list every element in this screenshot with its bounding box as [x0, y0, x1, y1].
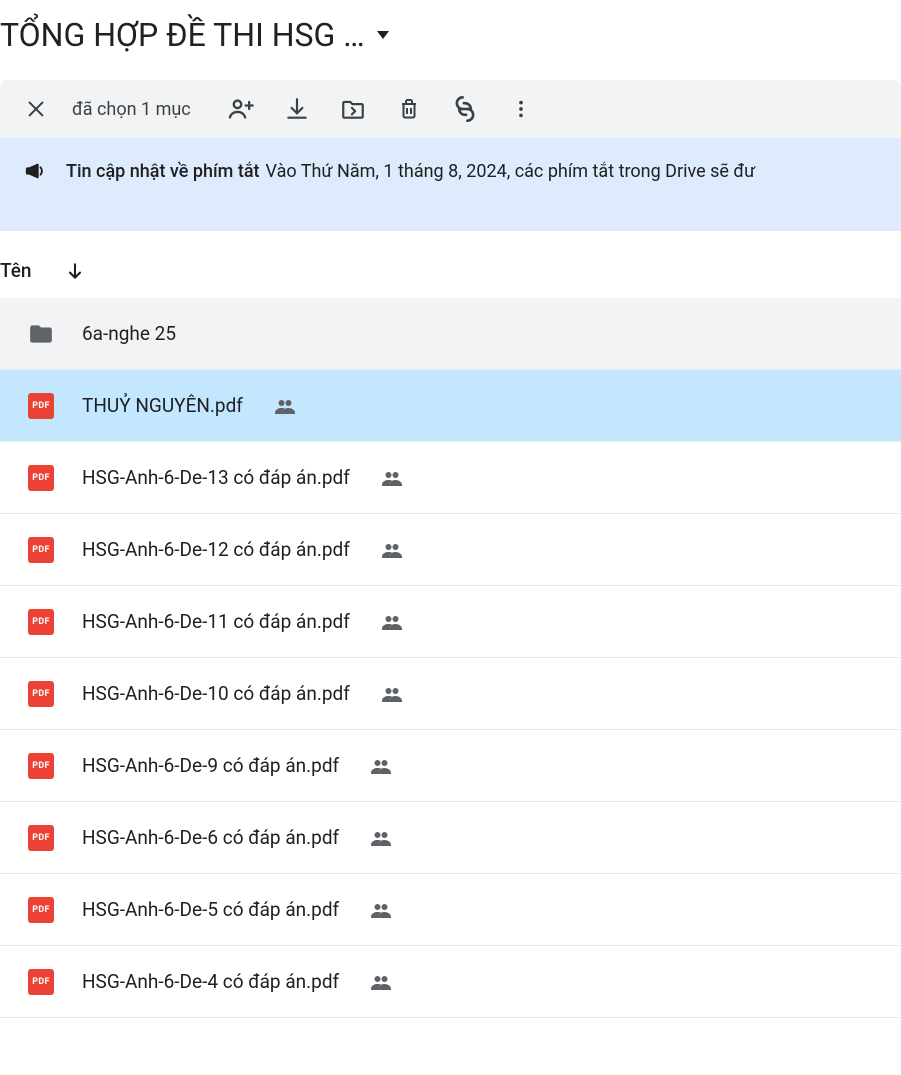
shared-icon	[369, 898, 393, 922]
download-button[interactable]	[273, 85, 321, 133]
pdf-icon: PDF	[28, 969, 54, 995]
pdf-icon: PDF	[28, 753, 54, 779]
pdf-icon: PDF	[28, 825, 54, 851]
file-row[interactable]: PDF HSG-Anh-6-De-13 có đáp án.pdf	[0, 442, 901, 514]
shared-icon	[369, 970, 393, 994]
link-icon	[451, 95, 479, 123]
banner-body: Vào Thứ Năm, 1 tháng 8, 2024, các phím t…	[266, 161, 756, 182]
person-add-icon	[227, 95, 255, 123]
pdf-icon: PDF	[28, 537, 54, 563]
file-row[interactable]: PDF HSG-Anh-6-De-10 có đáp án.pdf	[0, 658, 901, 730]
sort-direction-button[interactable]	[65, 261, 85, 281]
file-name-label: 6a-nghe 25	[82, 322, 176, 345]
shared-icon	[380, 682, 404, 706]
pdf-icon: PDF	[28, 393, 54, 419]
folder-icon	[28, 321, 54, 347]
file-name-label: HSG-Anh-6-De-11 có đáp án.pdf	[82, 610, 350, 633]
pdf-icon: PDF	[28, 681, 54, 707]
pdf-icon: PDF	[28, 897, 54, 923]
close-icon	[25, 98, 47, 120]
shared-icon	[369, 754, 393, 778]
more-actions-button[interactable]	[497, 85, 545, 133]
move-button[interactable]	[329, 85, 377, 133]
shared-icon	[380, 538, 404, 562]
folder-title: TỔNG HỢP ĐỀ THI HSG …	[0, 16, 365, 54]
file-name-label: THUỶ NGUYÊN.pdf	[82, 394, 243, 417]
shared-icon	[380, 610, 404, 634]
file-name-label: HSG-Anh-6-De-6 có đáp án.pdf	[82, 826, 339, 849]
arrow-down-icon	[65, 261, 85, 281]
shared-icon	[369, 826, 393, 850]
delete-button[interactable]	[385, 85, 433, 133]
file-name-label: HSG-Anh-6-De-10 có đáp án.pdf	[82, 682, 350, 705]
column-name-header[interactable]: Tên	[0, 259, 31, 282]
selection-count-label: đã chọn 1 mục	[72, 99, 191, 120]
pdf-icon: PDF	[28, 465, 54, 491]
get-link-button[interactable]	[441, 85, 489, 133]
file-row[interactable]: PDF HSG-Anh-6-De-6 có đáp án.pdf	[0, 802, 901, 874]
announcement-icon	[24, 160, 46, 182]
title-dropdown-icon[interactable]	[377, 31, 389, 39]
file-row[interactable]: 6a-nghe 25	[0, 298, 901, 370]
file-row[interactable]: PDF THUỶ NGUYÊN.pdf	[0, 370, 901, 442]
file-name-label: HSG-Anh-6-De-13 có đáp án.pdf	[82, 466, 350, 489]
file-row[interactable]: PDF HSG-Anh-6-De-9 có đáp án.pdf	[0, 730, 901, 802]
share-button[interactable]	[217, 85, 265, 133]
file-name-label: HSG-Anh-6-De-9 có đáp án.pdf	[82, 754, 339, 777]
file-list: 6a-nghe 25 PDF THUỶ NGUYÊN.pdf PDF HSG-Anh-6…	[0, 298, 901, 1018]
shared-icon	[273, 394, 297, 418]
banner-title: Tin cập nhật về phím tắt	[66, 161, 260, 182]
close-selection-button[interactable]	[12, 85, 60, 133]
list-header: Tên	[0, 247, 901, 298]
banner-text: Tin cập nhật về phím tắt Vào Thứ Năm, 1 t…	[66, 158, 755, 185]
file-name-label: HSG-Anh-6-De-5 có đáp án.pdf	[82, 898, 339, 921]
folder-title-bar: TỔNG HỢP ĐỀ THI HSG …	[0, 0, 901, 62]
file-row[interactable]: PDF HSG-Anh-6-De-4 có đáp án.pdf	[0, 946, 901, 1018]
file-row[interactable]: PDF HSG-Anh-6-De-11 có đáp án.pdf	[0, 586, 901, 658]
download-icon	[284, 96, 310, 122]
trash-icon	[397, 97, 421, 121]
shared-icon	[380, 466, 404, 490]
file-name-label: HSG-Anh-6-De-12 có đáp án.pdf	[82, 538, 350, 561]
pdf-icon: PDF	[28, 609, 54, 635]
file-row[interactable]: PDF HSG-Anh-6-De-5 có đáp án.pdf	[0, 874, 901, 946]
move-folder-icon	[340, 96, 366, 122]
more-vert-icon	[510, 98, 532, 120]
selection-action-bar: đã chọn 1 mục	[0, 80, 901, 138]
file-name-label: HSG-Anh-6-De-4 có đáp án.pdf	[82, 970, 339, 993]
file-row[interactable]: PDF HSG-Anh-6-De-12 có đáp án.pdf	[0, 514, 901, 586]
info-banner: Tin cập nhật về phím tắt Vào Thứ Năm, 1 t…	[0, 138, 901, 231]
